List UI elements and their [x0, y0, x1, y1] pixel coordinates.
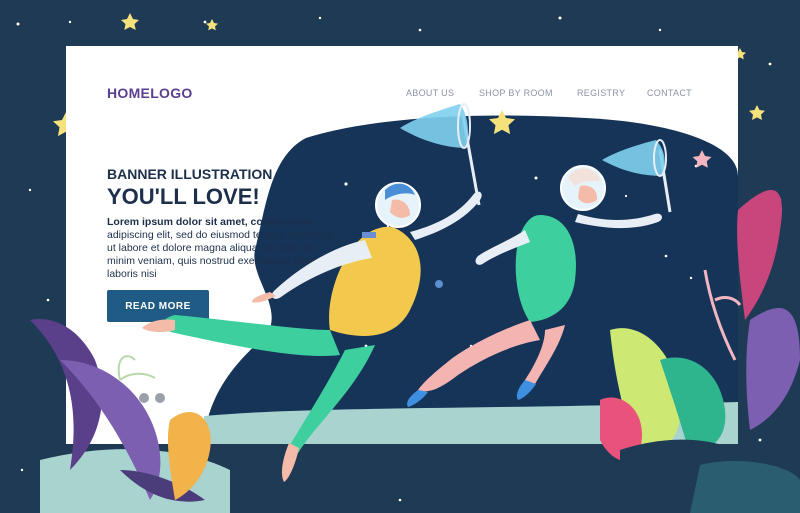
- slider-pagination: [107, 393, 165, 403]
- hero-title-line-2: YOU'LL LOVE!: [107, 184, 260, 209]
- star-icon: [489, 110, 515, 135]
- slider-dot-3[interactable]: [139, 393, 149, 403]
- nav-link-about-us[interactable]: ABOUT US: [406, 88, 454, 98]
- nav-link-contact[interactable]: CONTACT: [647, 88, 692, 98]
- nav-link-shop-by-room[interactable]: SHOP BY ROOM: [479, 88, 553, 98]
- slider-dot-1[interactable]: [107, 393, 117, 403]
- hero-title-line-1: BANNER ILLUSTRATION: [107, 166, 273, 182]
- hero-body-rest: adipiscing elit, sed do eiusmod tempor i…: [107, 229, 333, 280]
- star-icon: [692, 150, 712, 168]
- read-more-button[interactable]: READ MORE: [107, 290, 209, 322]
- hero-body-text: Lorem ipsum dolor sit amet, consectetur …: [107, 216, 337, 280]
- space-stars: [344, 164, 698, 416]
- hero-body-lead: Lorem ipsum dolor sit amet, consectetur: [107, 216, 311, 228]
- landing-page-card: HOMELOGO ABOUT US SHOP BY ROOM REGISTRY …: [66, 46, 738, 444]
- nav-link-registry[interactable]: REGISTRY: [577, 88, 625, 98]
- home-logo[interactable]: HOMELOGO: [107, 85, 193, 101]
- slider-dot-4[interactable]: [155, 393, 165, 403]
- stage: HOMELOGO ABOUT US SHOP BY ROOM REGISTRY …: [0, 0, 800, 513]
- slider-dot-2[interactable]: [123, 393, 133, 403]
